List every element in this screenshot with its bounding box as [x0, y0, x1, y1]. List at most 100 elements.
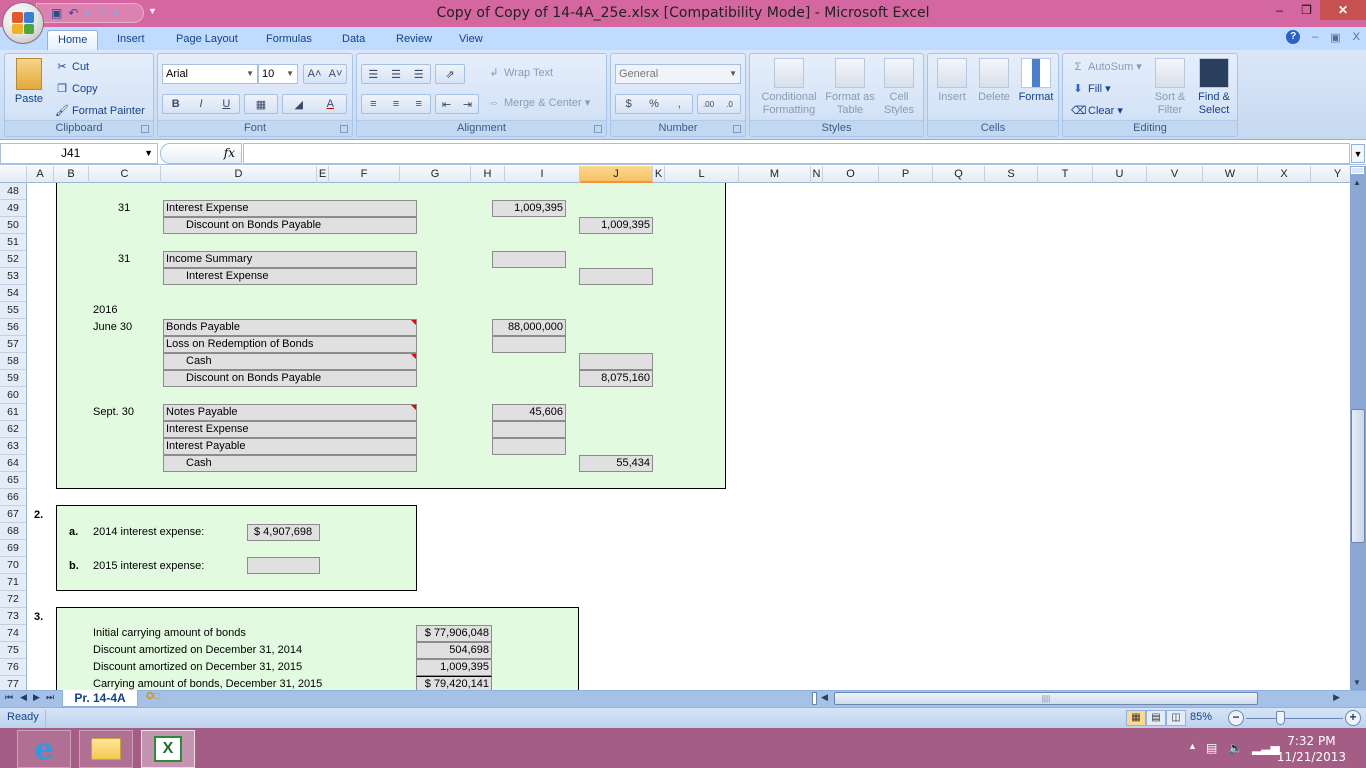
zoom-out-button[interactable]: −	[1228, 710, 1244, 726]
row-header-55[interactable]: 55	[0, 302, 26, 319]
sheet-tab-pr-14-4a[interactable]: Pr. 14-4A	[62, 690, 138, 707]
scroll-up-icon[interactable]: ▲	[1353, 178, 1361, 187]
scroll-down-icon[interactable]: ▼	[1353, 678, 1361, 687]
workbook-restore-button[interactable]: ▣	[1330, 31, 1340, 44]
formula-input[interactable]	[243, 143, 1350, 164]
row-header-68[interactable]: 68	[0, 523, 26, 540]
interest-expense-2014-cell[interactable]: $ 4,907,698	[247, 524, 320, 541]
split-handle[interactable]	[812, 692, 817, 705]
font-name-combo[interactable]: Arial ▼	[162, 64, 258, 84]
tab-data[interactable]: Data	[332, 30, 375, 50]
row-header-61[interactable]: 61	[0, 404, 26, 421]
row-header-59[interactable]: 59	[0, 370, 26, 387]
credit-cell[interactable]	[579, 268, 653, 285]
number-format-combo[interactable]: General ▼	[615, 64, 741, 84]
scroll-right-icon[interactable]: ▶	[1333, 692, 1340, 703]
name-box[interactable]: J41 ▼	[0, 143, 158, 164]
find-select-button[interactable]: Find & Select	[1193, 58, 1235, 117]
align-middle-icon[interactable]: ☰	[385, 68, 408, 81]
row-header-60[interactable]: 60	[0, 387, 26, 404]
wrap-text-button[interactable]: ↲ Wrap Text	[487, 66, 553, 79]
align-left-icon[interactable]: ≡	[362, 98, 385, 110]
column-header-a[interactable]: A	[27, 166, 54, 183]
align-bottom-icon[interactable]: ☰	[407, 68, 430, 81]
credit-cell[interactable]: 55,434	[579, 455, 653, 472]
tab-review[interactable]: Review	[386, 30, 442, 50]
zoom-slider-track[interactable]	[1246, 718, 1343, 719]
column-header-k[interactable]: K	[653, 166, 665, 183]
zoom-slider-thumb[interactable]	[1275, 711, 1285, 725]
row-header-62[interactable]: 62	[0, 421, 26, 438]
row-header-66[interactable]: 66	[0, 489, 26, 506]
credit-cell[interactable]	[579, 353, 653, 370]
column-header-l[interactable]: L	[665, 166, 739, 183]
horizontal-scroll-thumb[interactable]: ||||	[834, 692, 1258, 705]
first-sheet-icon[interactable]: ⏮	[5, 692, 13, 703]
tab-formulas[interactable]: Formulas	[256, 30, 322, 50]
debit-cell[interactable]: 88,000,000	[492, 319, 566, 336]
zoom-in-button[interactable]: +	[1345, 710, 1361, 726]
italic-button[interactable]: I	[188, 98, 213, 110]
restore-button[interactable]: ❐	[1293, 0, 1320, 20]
currency-button[interactable]: $	[616, 98, 641, 110]
split-handle[interactable]	[1351, 167, 1364, 174]
tab-view[interactable]: View	[449, 30, 493, 50]
part3-value-cell[interactable]: 1,009,395	[416, 659, 492, 676]
account-cell[interactable]: Interest Expense	[163, 421, 417, 438]
tab-home[interactable]: Home	[47, 30, 99, 50]
next-sheet-icon[interactable]: ▶	[33, 692, 40, 703]
account-cell[interactable]: Interest Expense	[163, 200, 417, 217]
row-header-65[interactable]: 65	[0, 472, 26, 489]
help-icon[interactable]: ?	[1286, 30, 1301, 44]
row-header-49[interactable]: 49	[0, 200, 26, 217]
row-header-53[interactable]: 53	[0, 268, 26, 285]
borders-button[interactable]: ▦	[244, 94, 278, 114]
part3-value-cell[interactable]: 504,698	[416, 642, 492, 659]
row-header-76[interactable]: 76	[0, 659, 26, 676]
debit-cell[interactable]	[492, 336, 566, 353]
account-cell[interactable]: Bonds Payable	[163, 319, 417, 336]
debit-cell[interactable]: 45,606	[492, 404, 566, 421]
decrease-decimal-button[interactable]: .0	[719, 100, 740, 109]
account-cell[interactable]: Cash	[163, 455, 417, 472]
underline-button[interactable]: U	[214, 98, 239, 110]
horizontal-scrollbar[interactable]: ◀ |||| ▶	[812, 692, 1350, 706]
row-header-54[interactable]: 54	[0, 285, 26, 302]
action-center-icon[interactable]: ▤	[1206, 741, 1217, 755]
row-header-48[interactable]: 48	[0, 183, 26, 200]
column-header-j[interactable]: J	[580, 166, 653, 183]
row-header-75[interactable]: 75	[0, 642, 26, 659]
part3-value-cell[interactable]: $ 79,420,141	[416, 676, 492, 690]
fill-color-icon[interactable]: ◢	[283, 98, 315, 111]
conditional-formatting-button[interactable]: Conditional Formatting	[754, 58, 824, 117]
copy-button[interactable]: ❐ Copy	[55, 82, 98, 95]
column-header-f[interactable]: F	[329, 166, 400, 183]
column-header-u[interactable]: U	[1093, 166, 1147, 183]
minimize-button[interactable]: –	[1266, 0, 1293, 20]
row-header-70[interactable]: 70	[0, 557, 26, 574]
format-cells-button[interactable]: Format	[1016, 58, 1056, 104]
column-header-x[interactable]: X	[1258, 166, 1311, 183]
debit-cell[interactable]	[492, 438, 566, 455]
column-header-m[interactable]: M	[739, 166, 811, 183]
merge-center-button[interactable]: ⇔ Merge & Center ▾	[487, 96, 591, 109]
clock[interactable]: 7:32 PM 11/21/2013	[1277, 733, 1346, 765]
clipboard-launcher-icon[interactable]	[141, 125, 149, 133]
comment-indicator-icon[interactable]	[411, 320, 416, 325]
row-header-58[interactable]: 58	[0, 353, 26, 370]
office-button[interactable]	[2, 2, 44, 44]
row-header-57[interactable]: 57	[0, 336, 26, 353]
column-header-g[interactable]: G	[400, 166, 471, 183]
worksheet[interactable]: 31 Interest Expense 1,009,395 Discount on B…	[27, 183, 1350, 690]
credit-cell[interactable]: 8,075,160	[579, 370, 653, 387]
row-header-69[interactable]: 69	[0, 540, 26, 557]
comment-indicator-icon[interactable]	[411, 405, 416, 410]
row-header-67[interactable]: 67	[0, 506, 26, 523]
column-header-c[interactable]: C	[89, 166, 161, 183]
number-launcher-icon[interactable]	[733, 125, 741, 133]
increase-indent-icon[interactable]: ⇥	[457, 98, 478, 111]
font-launcher-icon[interactable]	[340, 125, 348, 133]
vertical-scroll-thumb[interactable]	[1351, 409, 1365, 543]
row-header-56[interactable]: 56	[0, 319, 26, 336]
orientation-button[interactable]: ⇗	[435, 64, 465, 84]
